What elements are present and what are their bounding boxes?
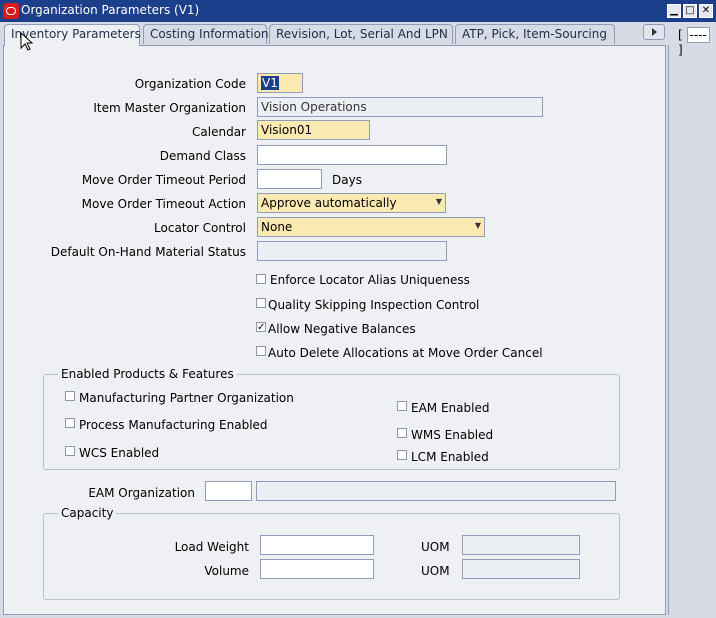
- capacity-group: [43, 513, 620, 600]
- move-order-timeout-action-value: Approve automatically: [261, 196, 397, 210]
- load-weight-field[interactable]: [260, 535, 374, 555]
- lcm-enabled-checkbox[interactable]: [397, 450, 407, 460]
- eam-organization-field[interactable]: [205, 481, 252, 501]
- item-master-org-field[interactable]: Vision Operations: [257, 97, 543, 117]
- demand-class-field[interactable]: [257, 145, 447, 165]
- title-bar: Organization Parameters (V1) ▁ □ ✕: [0, 0, 716, 23]
- wcs-enabled-label: WCS Enabled: [79, 446, 160, 460]
- eam-enabled-label: EAM Enabled: [411, 401, 490, 415]
- window-title: Organization Parameters (V1): [21, 3, 200, 17]
- load-weight-label: Load Weight: [174, 540, 249, 554]
- calendar-label: Calendar: [192, 125, 246, 139]
- enabled-products-title: Enabled Products & Features: [58, 367, 237, 381]
- move-order-timeout-period-field[interactable]: [257, 169, 322, 189]
- days-unit-label: Days: [332, 173, 362, 187]
- load-weight-uom-field[interactable]: [462, 535, 580, 555]
- wcs-enabled-checkbox[interactable]: [65, 446, 75, 456]
- right-arrow-icon: [652, 28, 657, 36]
- eam-organization-label: EAM Organization: [88, 486, 195, 500]
- tab-list-bracket[interactable]: [ ---- ]: [678, 27, 716, 57]
- organization-code-field[interactable]: V1: [257, 73, 303, 93]
- default-onhand-status-field[interactable]: [257, 241, 447, 261]
- close-icon[interactable]: ✕: [699, 4, 713, 18]
- calendar-field[interactable]: Vision01: [257, 120, 370, 140]
- tab-costing-information[interactable]: Costing Information: [143, 24, 269, 44]
- right-divider: [668, 45, 669, 615]
- manufacturing-partner-label: Manufacturing Partner Organization: [79, 391, 294, 405]
- tab-scroll-right-button[interactable]: [643, 24, 665, 40]
- volume-label: Volume: [204, 564, 249, 578]
- volume-field[interactable]: [260, 559, 374, 579]
- enforce-locator-alias-label: Enforce Locator Alias Uniqueness: [270, 273, 470, 287]
- locator-control-value: None: [261, 220, 293, 234]
- process-manufacturing-label: Process Manufacturing Enabled: [79, 418, 268, 432]
- process-manufacturing-checkbox[interactable]: [65, 418, 75, 428]
- locator-control-select[interactable]: None: [257, 217, 485, 237]
- oracle-logo-icon: [3, 3, 19, 19]
- organization-code-value: V1: [261, 76, 279, 90]
- quality-skipping-checkbox[interactable]: [256, 298, 266, 308]
- load-weight-uom-label: UOM: [421, 540, 450, 554]
- move-order-timeout-action-select[interactable]: Approve automatically: [257, 193, 446, 213]
- quality-skipping-label: Quality Skipping Inspection Control: [268, 298, 480, 312]
- tab-list-field[interactable]: ----: [686, 27, 710, 43]
- volume-uom-field[interactable]: [462, 559, 580, 579]
- volume-uom-label: UOM: [421, 564, 450, 578]
- manufacturing-partner-checkbox[interactable]: [65, 391, 75, 401]
- lcm-enabled-label: LCM Enabled: [411, 450, 489, 464]
- organization-code-label: Organization Code: [134, 77, 246, 91]
- allow-negative-balances-checkbox[interactable]: ✓: [256, 322, 266, 333]
- tab-revision-lot-serial-lpn[interactable]: Revision, Lot, Serial And LPN: [269, 24, 453, 44]
- capacity-title: Capacity: [58, 506, 117, 520]
- move-order-timeout-action-label: Move Order Timeout Action: [81, 197, 246, 211]
- move-order-timeout-period-label: Move Order Timeout Period: [81, 173, 246, 187]
- maximize-icon[interactable]: □: [683, 4, 697, 18]
- allow-negative-balances-label: Allow Negative Balances: [268, 322, 416, 336]
- wms-enabled-label: WMS Enabled: [411, 428, 494, 442]
- mouse-cursor-icon: [20, 32, 34, 51]
- tab-atp-pick-item-sourcing[interactable]: ATP, Pick, Item-Sourcing: [455, 24, 615, 44]
- item-master-org-label: Item Master Organization: [93, 101, 246, 115]
- default-onhand-status-label: Default On-Hand Material Status: [50, 245, 246, 259]
- eam-enabled-checkbox[interactable]: [397, 401, 407, 411]
- wms-enabled-checkbox[interactable]: [397, 428, 407, 438]
- auto-delete-allocations-label: Auto Delete Allocations at Move Order Ca…: [268, 346, 543, 360]
- demand-class-label: Demand Class: [159, 149, 246, 163]
- minimize-icon[interactable]: ▁: [667, 4, 681, 18]
- enforce-locator-alias-checkbox[interactable]: [256, 274, 266, 284]
- eam-organization-description-field[interactable]: [256, 481, 616, 501]
- auto-delete-allocations-checkbox[interactable]: [256, 346, 266, 356]
- locator-control-label: Locator Control: [154, 221, 246, 235]
